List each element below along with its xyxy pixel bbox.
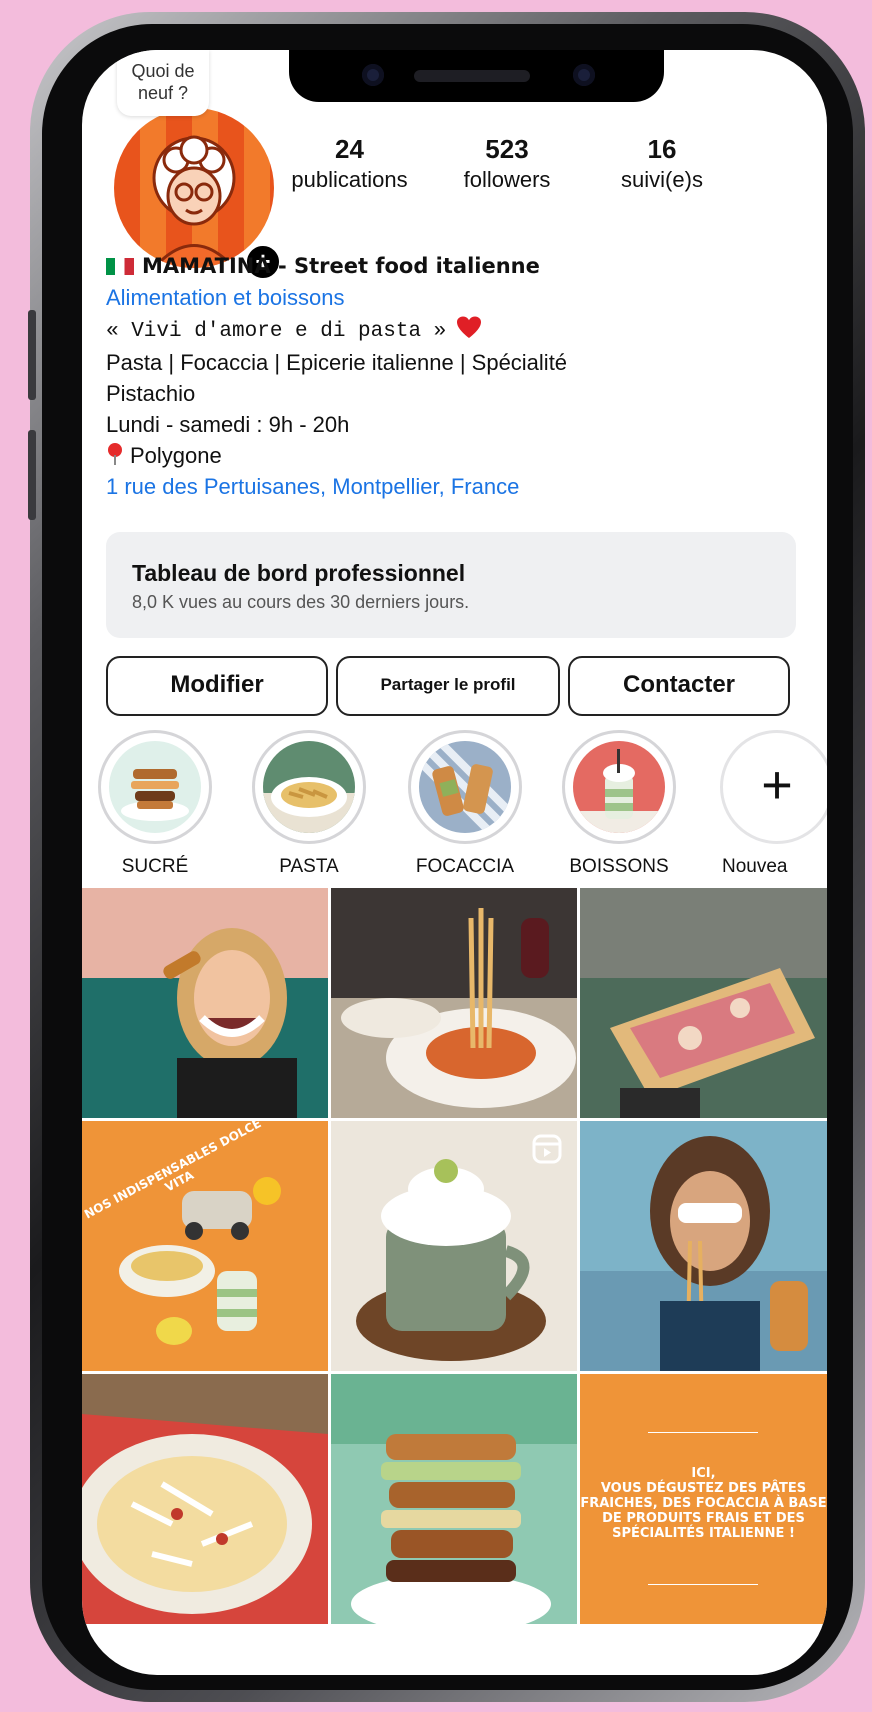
post-woman-spaghetti[interactable] [580,1121,827,1371]
post-info-line: VOUS DÉGUSTEZ DES PÂTES [600,1481,807,1496]
stat-publications-label: publications [291,167,408,192]
stat-publications[interactable]: 24 publications [277,134,422,193]
highlight-focaccia-label: FOCACCIA [415,856,515,877]
highlight-boissons[interactable]: BOISSONS [560,730,678,878]
post-pasta-bowl[interactable] [82,1374,328,1624]
bio-line-1: Pasta | Focaccia | Epicerie italienne | … [106,350,568,375]
front-camera [362,64,384,86]
highlight-boissons-image [573,741,665,833]
volume-down-button [28,430,36,520]
bio-line-2: Pistachio [106,381,196,406]
post-focaccia-ham[interactable] [580,888,827,1118]
post-info-line: DE PRODUITS FRAIS ET DES [602,1511,805,1526]
highlight-ring [98,730,212,844]
contact-button[interactable]: Contacter [568,656,790,716]
highlight-pasta-image [263,741,355,833]
post-info-text-block: ICI, VOUS DÉGUSTEZ DES PÂTES FRAICHES, D… [580,1466,827,1541]
bio: MAMATINA - Street food italienne Aliment… [106,250,806,502]
reel-icon [532,1134,562,1164]
highlight-boissons-label: BOISSONS [569,856,669,877]
notes-line-2: neuf ? [137,83,189,103]
posts-grid: NOS INDISPENSABLES DOLCE VITA ICI, VOUS … [82,888,827,1675]
notch [289,50,664,102]
post-dolce-vita[interactable]: NOS INDISPENSABLES DOLCE VITA [82,1121,328,1371]
highlight-sucre-image [109,741,201,833]
bio-address-link[interactable]: 1 rue des Pertuisanes, Montpellier, Fran… [106,471,806,502]
highlight-focaccia[interactable]: FOCACCIA [406,730,524,878]
flag-italy-icon [106,258,134,275]
post-spaghetti-table[interactable] [331,888,577,1118]
highlight-new-ring: + [720,730,827,844]
heart-icon [457,316,482,338]
stat-followers-value: 523 [485,134,529,164]
highlight-ring [408,730,522,844]
screen: Quoi de neuf ? + 24 publications 523 fol… [82,50,827,1675]
location-pin-icon [108,443,122,465]
highlight-focaccia-image [419,741,511,833]
bio-location: Polygone [130,443,222,468]
professional-dashboard[interactable]: Tableau de bord professionnel 8,0 K vues… [106,532,796,638]
avatar[interactable] [114,108,274,268]
plus-icon: + [761,755,793,815]
highlight-sucre[interactable]: SUCRÉ [96,730,214,878]
share-profile-button[interactable]: Partager le profil [336,656,560,716]
highlight-ring [562,730,676,844]
edit-profile-button[interactable]: Modifier [106,656,328,716]
dashboard-subtitle: 8,0 K vues au cours des 30 derniers jour… [132,592,470,612]
location-row: Polygone [106,440,806,471]
grandma-logo-icon [152,135,236,268]
post-pistachio-drink[interactable] [331,1121,577,1371]
post-woman-eating[interactable] [82,888,328,1118]
stat-publications-value: 24 [335,134,364,164]
post-info-line: ICI, [691,1466,716,1481]
profile-name-row: MAMATINA - Street food italienne [106,250,806,282]
stat-following-label: suivi(e)s [621,167,703,192]
dashboard-title: Tableau de bord professionnel [132,560,466,586]
post-info-top-rule [648,1432,758,1433]
highlight-ring [252,730,366,844]
speaker [414,70,530,82]
notes-line-1: Quoi de [131,61,195,81]
bio-hours: Lundi - samedi : 9h - 20h [106,412,350,437]
bio-quote: « Vivi d'amore e di pasta » [106,320,447,343]
highlight-pasta-label: PASTA [279,856,339,877]
post-info-text[interactable]: ICI, VOUS DÉGUSTEZ DES PÂTES FRAICHES, D… [580,1374,827,1624]
highlight-new-label: Nouvea [722,856,788,877]
profile-name: MAMATINA - Street food italienne [142,254,540,278]
stat-followers[interactable]: 523 followers [437,134,577,193]
stat-following-value: 16 [647,134,677,164]
highlight-new[interactable]: + Nouvea [714,730,827,878]
stat-following[interactable]: 16 suivi(e)s [597,134,727,193]
post-info-line: SPÉCIALITÉS ITALIENNE ! [612,1526,795,1541]
post-info-line: FRAICHES, DES FOCACCIA À BASE [580,1496,827,1511]
post-info-bottom-rule [648,1584,758,1585]
sensor [573,64,595,86]
notes-bubble[interactable]: Quoi de neuf ? [117,50,209,116]
profile-category[interactable]: Alimentation et boissons [106,282,806,313]
quote-row: « Vivi d'amore e di pasta » [106,313,806,347]
highlight-sucre-label: SUCRÉ [121,856,189,877]
highlight-pasta[interactable]: PASTA [250,730,368,878]
dolce-vita-illustration [119,1177,281,1345]
volume-up-button [28,310,36,400]
post-sandwich-stack[interactable] [331,1374,577,1624]
stat-followers-label: followers [463,167,551,192]
